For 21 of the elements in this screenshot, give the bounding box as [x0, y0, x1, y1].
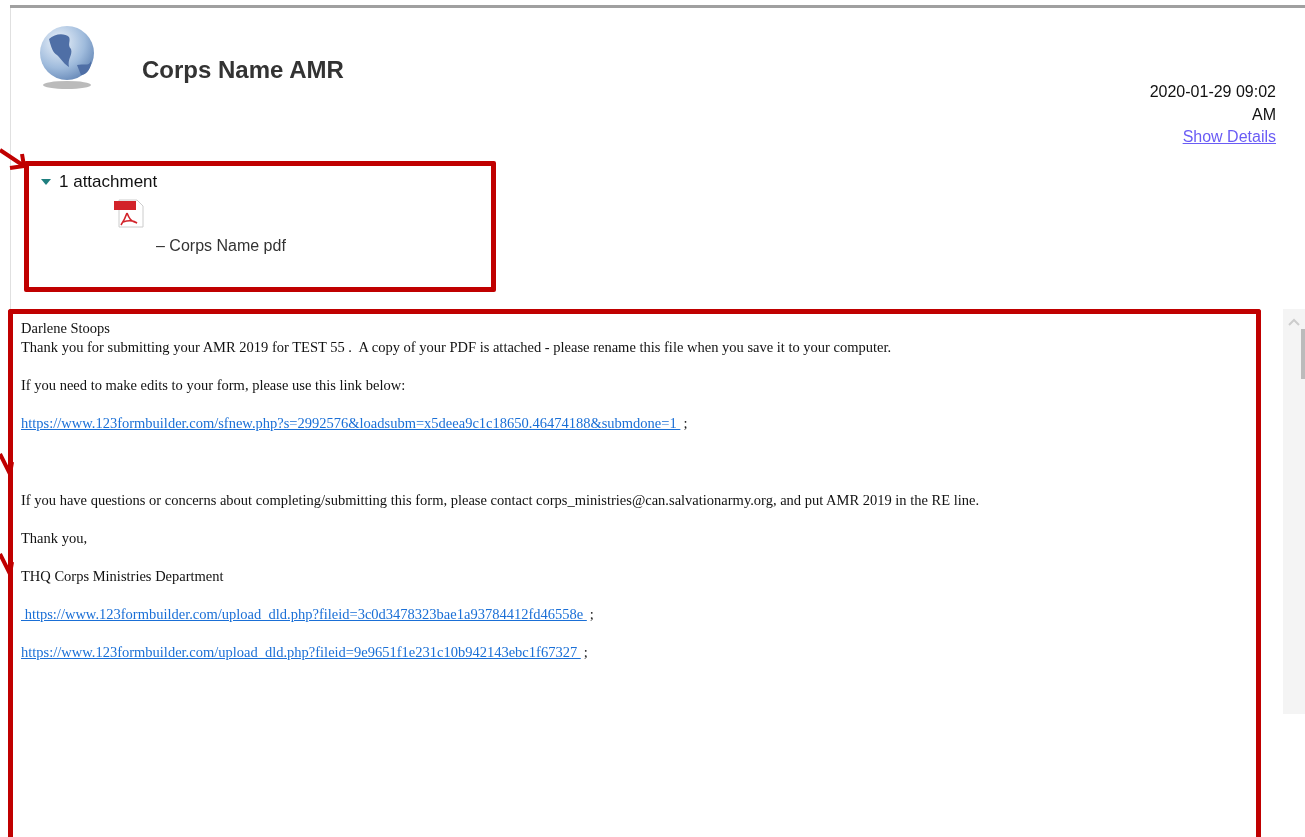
attachment-name[interactable]: – Corps Name pdf [156, 237, 286, 255]
message-paragraph: If you need to make edits to your form, please use this link below: [21, 376, 407, 395]
globe-icon [37, 25, 97, 91]
scrollbar[interactable] [1283, 309, 1305, 714]
message-link[interactable]: https://www.123formbuilder.com/upload_dld.php?fileid=3c0d3478323bae1a93784412fd46558e [21, 605, 587, 624]
message-paragraph: Thank you for submitting your AMR 2019 for TEST 55 . A copy of your PDF is attached - please rename this file when you save it to your computer. [21, 338, 893, 357]
message-paragraph: If you have questions or concerns about completing/submitting this form, please contact corps_ministries@can.salvationarmy.org, and put AMR 2019 in the RE line. [21, 491, 981, 510]
pdf-file-icon[interactable] [113, 198, 145, 228]
message-paragraph: Darlene Stoops [21, 319, 111, 338]
message-link[interactable]: https://www.123formbuilder.com/sfnew.php?s=2992576&loadsubm=x5deea9c1c18650.46474188&submdone=1 [21, 414, 681, 433]
message-date: 2020-01-29 09:02 AM [1148, 82, 1276, 125]
link-separator: ; [683, 414, 688, 433]
message-link[interactable]: https://www.123formbuilder.com/upload_dld.php?fileid=9e9651f1e231c10b942143ebc1f67327 [21, 643, 581, 662]
link-separator: ; [583, 643, 588, 662]
scroll-up-icon[interactable] [1287, 317, 1301, 327]
attachment-toggle[interactable]: 1 attachment [41, 172, 479, 192]
show-details-link[interactable]: Show Details [1182, 126, 1276, 148]
message-paragraph: THQ Corps Ministries Department [21, 567, 225, 586]
link-separator: ; [589, 605, 594, 624]
sender-name: Corps Name AMR [142, 56, 345, 84]
message-paragraph: Thank you, [21, 529, 89, 548]
